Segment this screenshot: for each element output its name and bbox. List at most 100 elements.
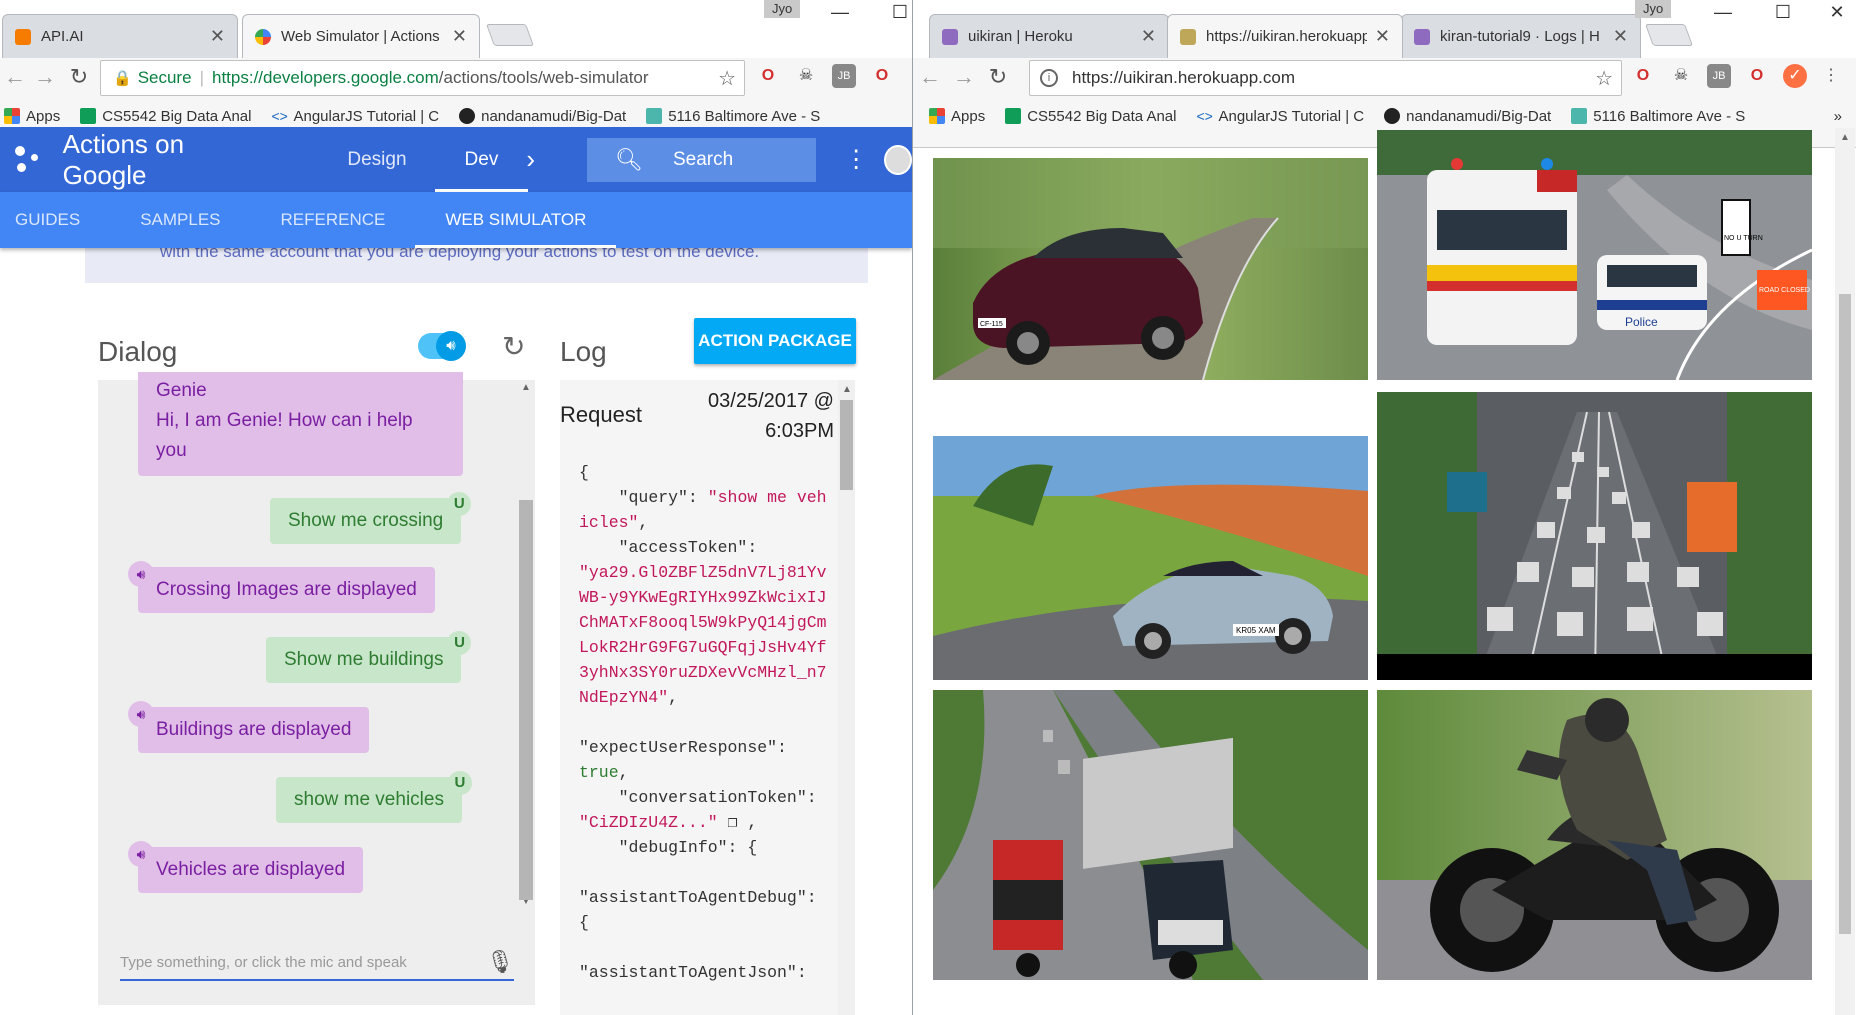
nav-dev[interactable]: Dev: [434, 127, 529, 192]
opera-extension-icon[interactable]: O: [756, 64, 780, 88]
minimize-icon[interactable]: —: [820, 0, 860, 24]
bookmark-angularjs[interactable]: <> AngularJS Tutorial | C: [1192, 108, 1364, 125]
sports-car-plate: KR05 XAM: [1236, 626, 1276, 635]
search-box[interactable]: 🔍︎ Search: [587, 137, 817, 182]
log-scrollbar[interactable]: ▲: [838, 380, 855, 1015]
user-badge[interactable]: Jyo: [1635, 0, 1672, 18]
address-bar[interactable]: i https://uikiran.herokuapp.com ☆: [1029, 60, 1622, 96]
close-icon[interactable]: ✕: [210, 26, 225, 47]
tab-samples[interactable]: SAMPLES: [140, 192, 220, 248]
sheets-icon: [1005, 108, 1022, 124]
bookmark-apps[interactable]: Apps: [925, 108, 985, 125]
dialog-scroll-thumb[interactable]: [519, 500, 533, 900]
house-icon: [646, 108, 663, 124]
tab-kiran-logs[interactable]: kiran-tutorial9 · Logs | H ✕: [1401, 14, 1641, 58]
minimize-icon[interactable]: —: [1703, 0, 1743, 24]
close-icon[interactable]: ✕: [452, 26, 467, 47]
bookmark-cs5542[interactable]: CS5542 Big Data Anal: [1001, 108, 1176, 125]
opera-extension-icon[interactable]: O: [1631, 64, 1655, 88]
tab-web-simulator-sub[interactable]: WEB SIMULATOR: [415, 192, 617, 248]
police-text: Police: [1625, 315, 1658, 329]
star-icon[interactable]: ☆: [718, 66, 736, 91]
log-code-block: { "query": "show me vehicles", "accessTo…: [579, 460, 829, 985]
back-icon[interactable]: ←: [915, 64, 945, 90]
maximize-icon[interactable]: ☐: [1763, 0, 1803, 24]
log-scroll-thumb[interactable]: [840, 400, 853, 490]
action-package-button[interactable]: ACTION PACKAGE: [694, 318, 856, 364]
speaker-icon: 🔊︎: [436, 331, 466, 361]
speaker-icon[interactable]: 🔊︎: [128, 701, 154, 727]
close-icon[interactable]: ✕: [1375, 26, 1390, 47]
log-code-line: true,: [579, 763, 629, 782]
speaker-icon[interactable]: 🔊︎: [128, 841, 154, 867]
refresh-icon[interactable]: ↻: [502, 330, 525, 363]
pirate-extension-icon[interactable]: ☠: [1669, 64, 1693, 88]
request-label: Request: [560, 402, 642, 427]
google-favicon-icon: [255, 28, 271, 45]
close-window-icon[interactable]: ✕: [1817, 0, 1856, 24]
log-code-line: "assistantToAgentJson":: [579, 963, 807, 982]
log-code-line: [579, 935, 829, 960]
opera-extension-icon-2[interactable]: O: [1745, 64, 1769, 88]
log-code-line: "ya29.Gl0ZBFlZ5dnV7Lj81YvWB-y9YKwEgRIYHx…: [579, 563, 827, 707]
menu-icon[interactable]: ⋮: [1819, 64, 1843, 88]
new-tab-button[interactable]: [485, 24, 535, 46]
log-code-line: "accessToken":: [579, 538, 758, 557]
bookmark-github[interactable]: nandanamudi/Big-Dat: [1380, 108, 1551, 125]
log-code-line: "debugInfo": {: [579, 838, 758, 857]
reload-icon[interactable]: ↻: [64, 64, 94, 90]
user-message: show me vehicles U: [276, 771, 472, 823]
star-icon[interactable]: ☆: [1595, 66, 1613, 91]
reload-icon[interactable]: ↻: [983, 64, 1013, 90]
pirate-extension-icon[interactable]: ☠: [794, 64, 818, 88]
forward-icon[interactable]: →: [949, 64, 979, 90]
back-icon[interactable]: ←: [0, 64, 30, 90]
bookmark-apps[interactable]: Apps: [0, 108, 60, 125]
house-icon: [1571, 108, 1588, 124]
page-scroll-thumb[interactable]: [1839, 294, 1851, 934]
page-scrollbar[interactable]: ▲: [1835, 128, 1855, 1015]
user-badge[interactable]: Jyo: [764, 0, 801, 18]
bookmark-github[interactable]: nandanamudi/Big-Dat: [455, 108, 626, 125]
audio-toggle[interactable]: 🔊︎: [418, 331, 466, 361]
agent-message: 🔊︎ Vehicles are displayed: [128, 841, 364, 893]
mic-icon[interactable]: 🎙︎: [486, 949, 514, 975]
log-code-line: "CiZDIzU4Z..." ❐ ,: [579, 813, 758, 832]
bookmark-baltimore[interactable]: 5116 Baltimore Ave - S: [642, 108, 820, 125]
aog-subnav: GUIDES SAMPLES REFERENCE WEB SIMULATOR: [0, 192, 912, 248]
chevron-right-icon[interactable]: ›: [526, 144, 535, 175]
heroku-favicon-icon: [1414, 28, 1430, 45]
jb-extension-icon[interactable]: JB: [1707, 64, 1731, 88]
apiai-favicon-icon: [15, 28, 31, 45]
tab-guides[interactable]: GUIDES: [15, 192, 80, 248]
close-icon[interactable]: ✕: [1613, 26, 1628, 47]
message-input[interactable]: Type something, or click the mic and spe…: [120, 945, 514, 981]
bookmark-baltimore[interactable]: 5116 Baltimore Ave - S: [1567, 108, 1745, 125]
tab-uikiran-app[interactable]: https://uikiran.herokuapp ✕: [1167, 14, 1403, 58]
tab-apiai[interactable]: API.AI ✕: [2, 14, 238, 58]
road-closed-sign: ROAD CLOSED: [1759, 287, 1810, 294]
address-bar[interactable]: 🔒 Secure | https://developers.google.com…: [100, 60, 745, 96]
speaker-icon[interactable]: 🔊︎: [128, 561, 154, 587]
tab-web-simulator[interactable]: Web Simulator | Actions ✕: [242, 14, 480, 58]
forward-icon[interactable]: →: [30, 64, 60, 90]
bookmarks-bar: Apps CS5542 Big Data Anal <> AngularJS Tu…: [913, 98, 1856, 134]
avatar[interactable]: [884, 144, 912, 175]
jb-extension-icon[interactable]: JB: [832, 64, 856, 88]
github-icon: [459, 108, 476, 124]
more-bookmarks-icon[interactable]: »: [1834, 108, 1842, 125]
nav-design[interactable]: Design: [347, 149, 406, 171]
silver-sports-car-photo: KR05 XAM: [933, 436, 1368, 680]
more-vert-icon[interactable]: ⋮: [844, 145, 868, 174]
bookmark-angularjs[interactable]: <> AngularJS Tutorial | C: [267, 108, 439, 125]
tab-uikiran-heroku[interactable]: uikiran | Heroku ✕: [929, 14, 1169, 58]
maximize-icon[interactable]: ☐: [880, 0, 912, 24]
feather-extension-icon[interactable]: ✓: [1783, 64, 1807, 88]
bookmark-cs5542[interactable]: CS5542 Big Data Anal: [76, 108, 251, 125]
opera-extension-icon-2[interactable]: O: [870, 64, 894, 88]
tab-reference[interactable]: REFERENCE: [281, 192, 386, 248]
close-icon[interactable]: ✕: [1141, 26, 1156, 47]
log-code-line: "conversationToken":: [579, 788, 817, 807]
log-code-line: "expectUserResponse":: [579, 738, 787, 757]
new-tab-button[interactable]: [1644, 24, 1694, 46]
